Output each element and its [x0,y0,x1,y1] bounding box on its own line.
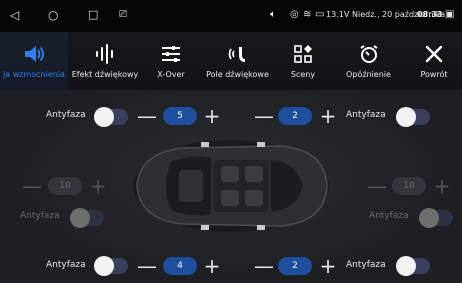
toggle-knob [396,107,416,127]
tab-sound-field[interactable]: Pole dźwiękowe [200,32,275,90]
toggle-knob [70,208,90,228]
battery-icon: ▭ [315,9,325,20]
middle-left-value: 10 [48,177,82,195]
rear-left-plus-button[interactable]: + [202,256,222,276]
tab-sound-effect[interactable]: Efekt dźwiękowy [68,32,142,90]
front-right-antiphase-toggle[interactable] [396,107,430,127]
middle-left-antiphase-toggle[interactable] [70,208,104,228]
front-right-antiphase-label: Antyfaza [346,110,386,120]
speaker-panel: Antyfaza — 5 + — 2 + Antyfaza — 10 + Ant… [0,90,462,283]
status-time: 08:33 [417,10,443,19]
tab-sound-effect-label: Efekt dźwiękowy [71,70,139,79]
middle-left-minus-button[interactable]: — [22,176,42,196]
middle-left-antiphase-label: Antyfaza [20,211,60,221]
rear-left-value: 4 [163,257,197,275]
screen-cast-icon[interactable]: ⎚ [119,9,127,21]
middle-right-plus-button[interactable]: + [432,176,452,196]
toggle-knob [419,208,439,228]
wifi-icon: ≋ [303,9,312,20]
speaker-icon [23,43,45,65]
rear-right-plus-button[interactable]: + [318,256,338,276]
tab-gain-label: ja wzmocnienia [3,70,65,79]
middle-left-plus-button[interactable]: + [88,176,108,196]
status-bar: ◁ ○ □ ⎚ 🔈︎ ◎ ≋ ▭ 13.1V Niedz., 20 paździ… [0,0,462,32]
rear-right-antiphase-toggle[interactable] [396,256,430,276]
tab-x-over[interactable]: X-Over [142,32,200,90]
recents-icon[interactable]: □ [88,9,98,21]
front-left-plus-button[interactable]: + [202,106,222,126]
toggle-knob [396,256,416,276]
tab-delay-label: Opóźnienie [346,70,391,79]
rear-left-antiphase-label: Antyfaza [46,260,86,270]
back-icon[interactable]: ◁ [10,9,19,21]
tab-bar: ja wzmocnienia Efekt dźwiękowy X-Over Po… [0,32,462,90]
waveform-icon [94,43,116,65]
sound-field-icon [227,43,249,65]
tab-gain[interactable]: ja wzmocnienia [0,32,68,90]
middle-right-value: 10 [392,177,426,195]
rear-right-minus-button[interactable]: — [254,256,274,276]
tab-scenes[interactable]: Sceny [275,32,331,90]
rear-left-antiphase-toggle[interactable] [94,256,128,276]
tab-back[interactable]: Powrót [406,32,462,90]
front-left-minus-button[interactable]: — [137,106,157,126]
tab-scenes-label: Sceny [290,70,316,79]
rear-left-minus-button[interactable]: — [137,256,157,276]
front-left-value: 5 [163,107,197,125]
close-icon [423,43,445,65]
middle-right-antiphase-label: Antyfaza [369,211,409,221]
front-left-antiphase-toggle[interactable] [94,107,128,127]
home-icon[interactable]: ○ [48,9,58,21]
tab-sound-field-label: Pole dźwiękowe [206,70,269,79]
front-right-plus-button[interactable]: + [318,106,338,126]
crossover-icon [160,43,182,65]
volume-icon: 🔈︎ [270,9,276,20]
front-left-antiphase-label: Antyfaza [46,110,86,120]
scenes-icon [292,43,314,65]
rear-right-value: 2 [278,257,312,275]
toggle-knob [94,256,114,276]
tab-delay[interactable]: Opóźnienie [331,32,406,90]
window-icon[interactable]: ▣ [445,9,454,21]
battery-voltage: 13.1V [326,10,350,19]
timer-icon [358,43,380,65]
tab-back-label: Powrót [420,70,448,79]
location-icon: ◎ [290,9,299,20]
front-right-value: 2 [278,107,312,125]
front-right-minus-button[interactable]: — [254,106,274,126]
car-top-view [131,132,331,240]
tab-x-over-label: X-Over [157,70,185,79]
middle-right-minus-button[interactable]: — [367,176,387,196]
rear-right-antiphase-label: Antyfaza [346,260,386,270]
middle-right-antiphase-toggle[interactable] [419,208,453,228]
toggle-knob [94,107,114,127]
